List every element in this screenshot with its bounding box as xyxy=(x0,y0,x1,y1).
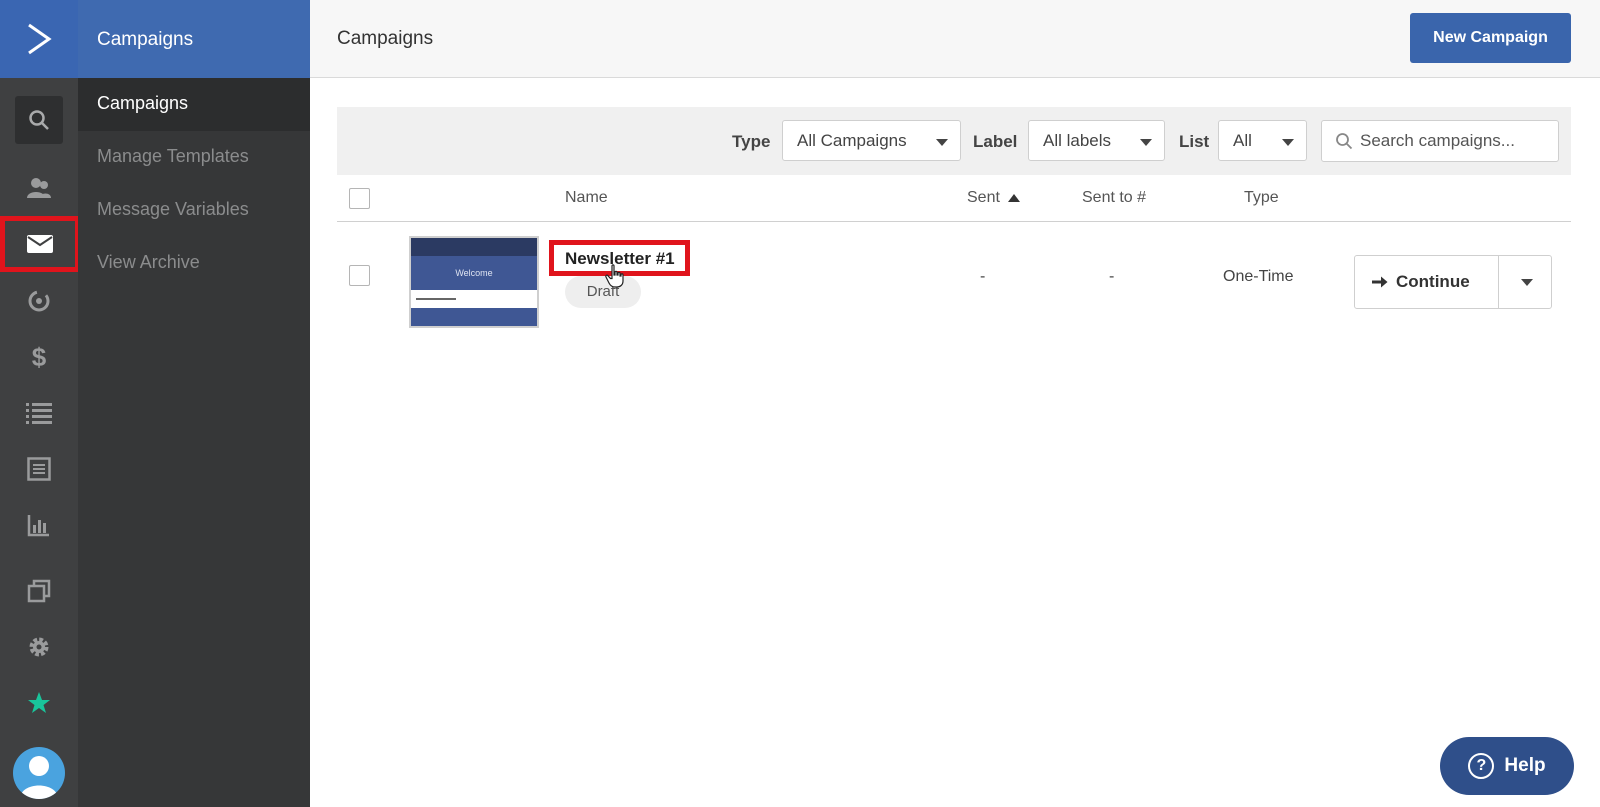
continue-split-button: Continue xyxy=(1354,255,1552,309)
sent-value: - xyxy=(980,268,986,285)
subnav-item-campaigns[interactable]: Campaigns xyxy=(78,78,310,131)
avatar[interactable] xyxy=(13,747,65,799)
forms-icon[interactable] xyxy=(0,443,78,495)
campaigns-subnav: Campaigns Campaigns Manage Templates Mes… xyxy=(78,0,310,807)
label-filter-value: All labels xyxy=(1043,131,1112,150)
automation-icon[interactable] xyxy=(0,275,78,327)
chevron-down-icon xyxy=(936,139,948,146)
chevron-down-icon xyxy=(1140,139,1152,146)
sort-ascending-icon xyxy=(1008,194,1021,202)
logo-icon[interactable] xyxy=(0,0,78,78)
label-filter-select[interactable]: All labels xyxy=(1028,120,1165,161)
lists-icon[interactable] xyxy=(0,387,78,439)
list-filter-value: All xyxy=(1233,131,1252,150)
continue-dropdown-toggle[interactable] xyxy=(1499,256,1551,308)
thumbnail-header-band xyxy=(411,238,537,256)
settings-icon[interactable] xyxy=(0,621,78,673)
subnav-item-message-variables[interactable]: Message Variables xyxy=(78,184,310,237)
pages-icon[interactable] xyxy=(0,565,78,617)
list-filter-select[interactable]: All xyxy=(1218,120,1307,161)
contacts-icon[interactable] xyxy=(0,162,78,214)
star-icon[interactable] xyxy=(0,677,78,729)
chevron-down-icon xyxy=(1282,139,1294,146)
subnav-item-view-archive[interactable]: View Archive xyxy=(78,237,310,290)
continue-label: Continue xyxy=(1396,272,1470,291)
svg-text:$: $ xyxy=(32,343,47,371)
help-label: Help xyxy=(1504,755,1546,776)
label-filter-label: Label xyxy=(973,132,1018,151)
reports-icon[interactable] xyxy=(0,499,78,551)
help-icon: ? xyxy=(1468,753,1495,779)
arrow-right-icon xyxy=(1372,276,1388,288)
type-filter-select[interactable]: All Campaigns xyxy=(782,120,961,161)
filter-bar: Type All Campaigns Label All labels List… xyxy=(337,107,1571,175)
thumbnail-banner: Welcome xyxy=(411,256,537,290)
subnav-title: Campaigns xyxy=(78,0,310,78)
column-header-type[interactable]: Type xyxy=(1244,189,1279,207)
hand-cursor-icon xyxy=(605,264,624,288)
status-badge: Draft xyxy=(565,276,641,308)
new-campaign-button[interactable]: New Campaign xyxy=(1410,13,1571,63)
type-filter-label: Type xyxy=(732,132,771,151)
icon-rail: $ xyxy=(0,0,80,807)
search-campaigns-field[interactable] xyxy=(1321,120,1559,162)
subnav-item-manage-templates[interactable]: Manage Templates xyxy=(78,131,310,184)
help-button[interactable]: ? Help xyxy=(1440,737,1574,795)
thumbnail-footer-band xyxy=(411,308,537,326)
page-header: Campaigns New Campaign xyxy=(310,0,1600,78)
table-row: Welcome Newsletter #1 Draft - - One-Time… xyxy=(337,222,1571,340)
select-all-checkbox[interactable] xyxy=(349,188,370,209)
page-title: Campaigns xyxy=(337,28,434,49)
search-icon xyxy=(1336,133,1353,150)
continue-button[interactable]: Continue xyxy=(1355,256,1498,308)
campaign-type-value: One-Time xyxy=(1223,268,1294,285)
chevron-down-icon xyxy=(1521,279,1533,286)
column-header-sent[interactable]: Sent xyxy=(967,189,1021,207)
column-header-sent-label: Sent xyxy=(967,189,1000,206)
thumbnail-body-band xyxy=(411,290,537,308)
email-icon[interactable] xyxy=(0,216,80,272)
list-filter-label: List xyxy=(1179,132,1210,151)
search-campaigns-input[interactable] xyxy=(1360,130,1550,152)
column-header-sent-to[interactable]: Sent to # xyxy=(1082,189,1146,207)
row-checkbox[interactable] xyxy=(349,265,370,286)
table-header: Name Sent Sent to # Type xyxy=(337,175,1571,222)
avatar-icon xyxy=(20,756,58,799)
sent-to-value: - xyxy=(1109,268,1115,285)
type-filter-value: All Campaigns xyxy=(797,131,907,150)
deals-icon[interactable]: $ xyxy=(0,331,78,383)
column-header-name[interactable]: Name xyxy=(565,189,608,207)
search-icon[interactable] xyxy=(15,96,63,144)
campaign-thumbnail[interactable]: Welcome xyxy=(409,236,539,328)
